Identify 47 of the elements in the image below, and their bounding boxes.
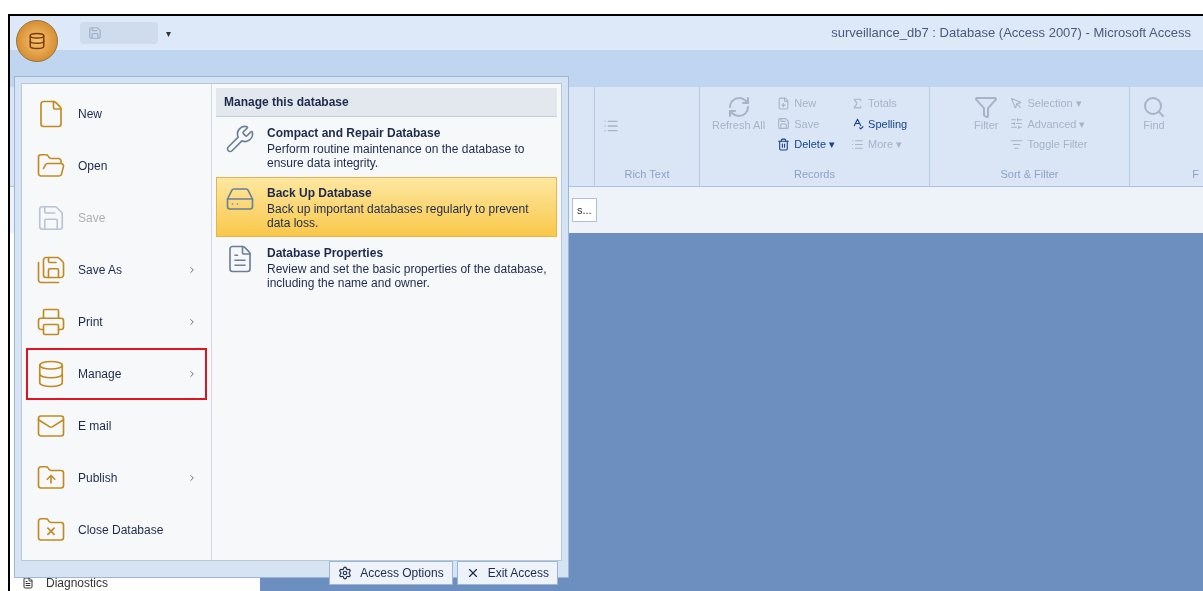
delete-icon [777, 137, 791, 151]
wrench-icon [225, 124, 255, 154]
report-icon [22, 577, 34, 589]
group-label: Rich Text [623, 166, 671, 182]
selection-icon [1010, 96, 1024, 110]
item-title: Database Properties [267, 245, 385, 262]
quick-access-dropdown[interactable]: ▾ [166, 25, 171, 41]
group-label: F [1191, 166, 1200, 182]
app-logo-icon [28, 32, 46, 50]
menu-item[interactable]: Print [26, 296, 207, 348]
new-record-icon [777, 96, 791, 110]
panel-header: Manage this database [216, 88, 557, 117]
panel-item[interactable]: Back Up Database Back up important databases regularly to prevent data loss. [216, 177, 557, 237]
database-icon [36, 359, 66, 389]
item-description: Review and set the basic properties of the database, including the name and owner. [267, 262, 548, 290]
menu-item[interactable]: Save As [26, 244, 207, 296]
menu-item[interactable]: New [26, 88, 207, 140]
menu-item[interactable]: Open [26, 140, 207, 192]
options-icon [338, 566, 353, 580]
footer-button[interactable]: Access Options [329, 561, 453, 585]
refresh-icon [726, 95, 751, 119]
filter-icon [974, 95, 999, 119]
menu-item[interactable]: E mail [26, 400, 207, 452]
toggle-filter-icon [1010, 137, 1024, 151]
item-title: Back Up Database [267, 185, 373, 202]
panel-item[interactable]: Database Properties Review and set the basic properties of the database, including the name and owner. [216, 237, 557, 297]
list-icon [851, 137, 865, 151]
menu-item[interactable]: Manage [26, 348, 207, 400]
group-label: Sort & Filter [999, 166, 1060, 182]
ribbon-button[interactable]: Spelling [851, 115, 908, 132]
menu-item[interactable]: Close Database [26, 504, 207, 556]
printer-icon [36, 307, 66, 337]
menu-item[interactable]: Publish [26, 452, 207, 504]
ribbon-button[interactable]: Delete ▾ [777, 136, 836, 153]
item-description: Back up important databases regularly to prevent data loss. [267, 202, 530, 230]
advanced-filter-icon [1010, 117, 1024, 131]
spell-check-icon [851, 117, 865, 131]
save-icon[interactable] [88, 26, 102, 40]
search-button[interactable]: s... [572, 198, 597, 222]
panel-item[interactable]: Compact and Repair Database Perform routine maintenance on the database to ensure data integrity. [216, 117, 557, 177]
footer-button[interactable]: Exit Access [456, 561, 558, 585]
item-title: Compact and Repair Database [267, 125, 442, 142]
group-label: Records [793, 166, 836, 182]
save-icon [777, 117, 791, 131]
item-description: Perform routine maintenance on the database to ensure data integrity. [267, 142, 526, 170]
window-title: surveillance_db7 : Database (Access 2007) - Microsoft Access [831, 24, 1191, 43]
nav-pane-item[interactable]: Diagnostics [10, 575, 260, 591]
